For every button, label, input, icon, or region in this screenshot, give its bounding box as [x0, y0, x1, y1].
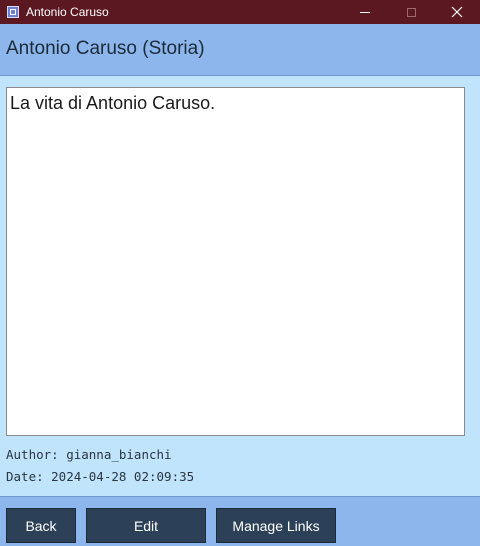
page-header: Antonio Caruso (Storia) [0, 24, 480, 76]
app-icon [7, 6, 19, 18]
edit-button[interactable]: Edit [86, 508, 206, 543]
maximize-button [388, 0, 434, 24]
story-content-area[interactable]: La vita di Antonio Caruso. [6, 87, 465, 436]
title-bar[interactable]: Antonio Caruso [0, 0, 480, 24]
button-bar: Back Edit Manage Links [0, 496, 480, 546]
date-label: Date: 2024-04-28 02:09:35 [6, 469, 195, 484]
close-button[interactable] [434, 0, 480, 24]
maximize-icon [406, 7, 416, 17]
window-controls [342, 0, 480, 24]
story-text: La vita di Antonio Caruso. [10, 93, 216, 113]
page-title: Antonio Caruso (Storia) [6, 38, 205, 59]
back-button[interactable]: Back [6, 508, 76, 543]
minimize-button[interactable] [342, 0, 388, 24]
manage-links-button[interactable]: Manage Links [216, 508, 336, 543]
close-icon [451, 6, 463, 18]
minimize-icon [360, 11, 370, 13]
author-label: Author: gianna_bianchi [6, 447, 172, 462]
window-title: Antonio Caruso [26, 5, 109, 19]
app-window: Antonio Caruso Antonio Caruso (Storia) L… [0, 0, 480, 546]
